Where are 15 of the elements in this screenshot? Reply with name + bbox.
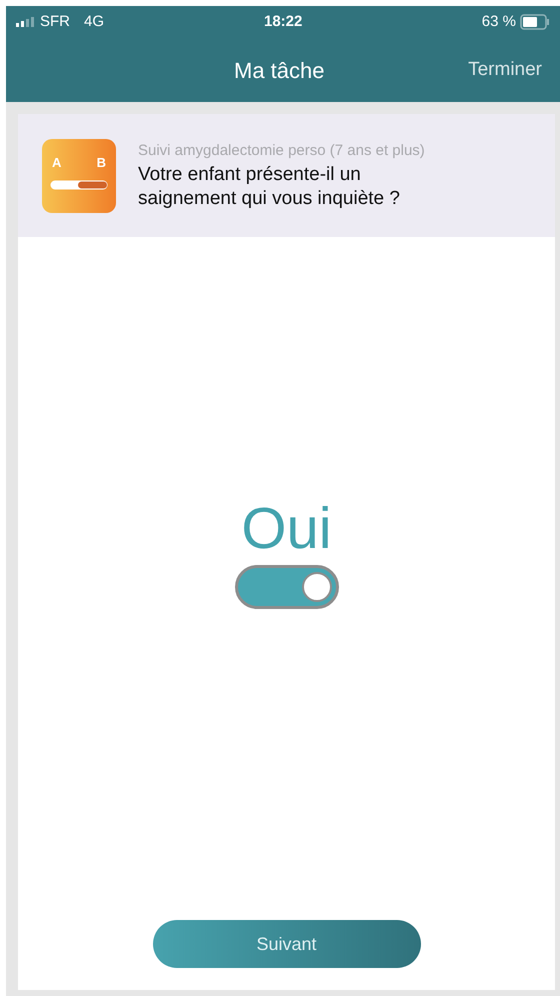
icon-label: A — [52, 154, 62, 172]
finish-button[interactable]: Terminer — [468, 56, 542, 84]
carrier: SFR — [40, 12, 70, 32]
answer-label: Oui — [241, 499, 332, 559]
question-text: Votre enfant présente-il un saignement qui vous inquiète ? — [138, 162, 401, 211]
battery-icon — [520, 14, 550, 30]
survey-name: Suivi amygdalectomie perso (7 ans et plus) — [138, 141, 426, 162]
next-button[interactable]: Suivant — [152, 920, 420, 968]
network-type: 4G — [84, 12, 104, 32]
clock: 18:22 — [264, 12, 302, 32]
battery-percent: 63 % — [482, 12, 516, 32]
screen-title: Ma tâche — [234, 56, 324, 84]
answer-toggle[interactable] — [234, 565, 338, 609]
icon-label: B — [96, 154, 106, 172]
slider-icon — [50, 180, 108, 190]
